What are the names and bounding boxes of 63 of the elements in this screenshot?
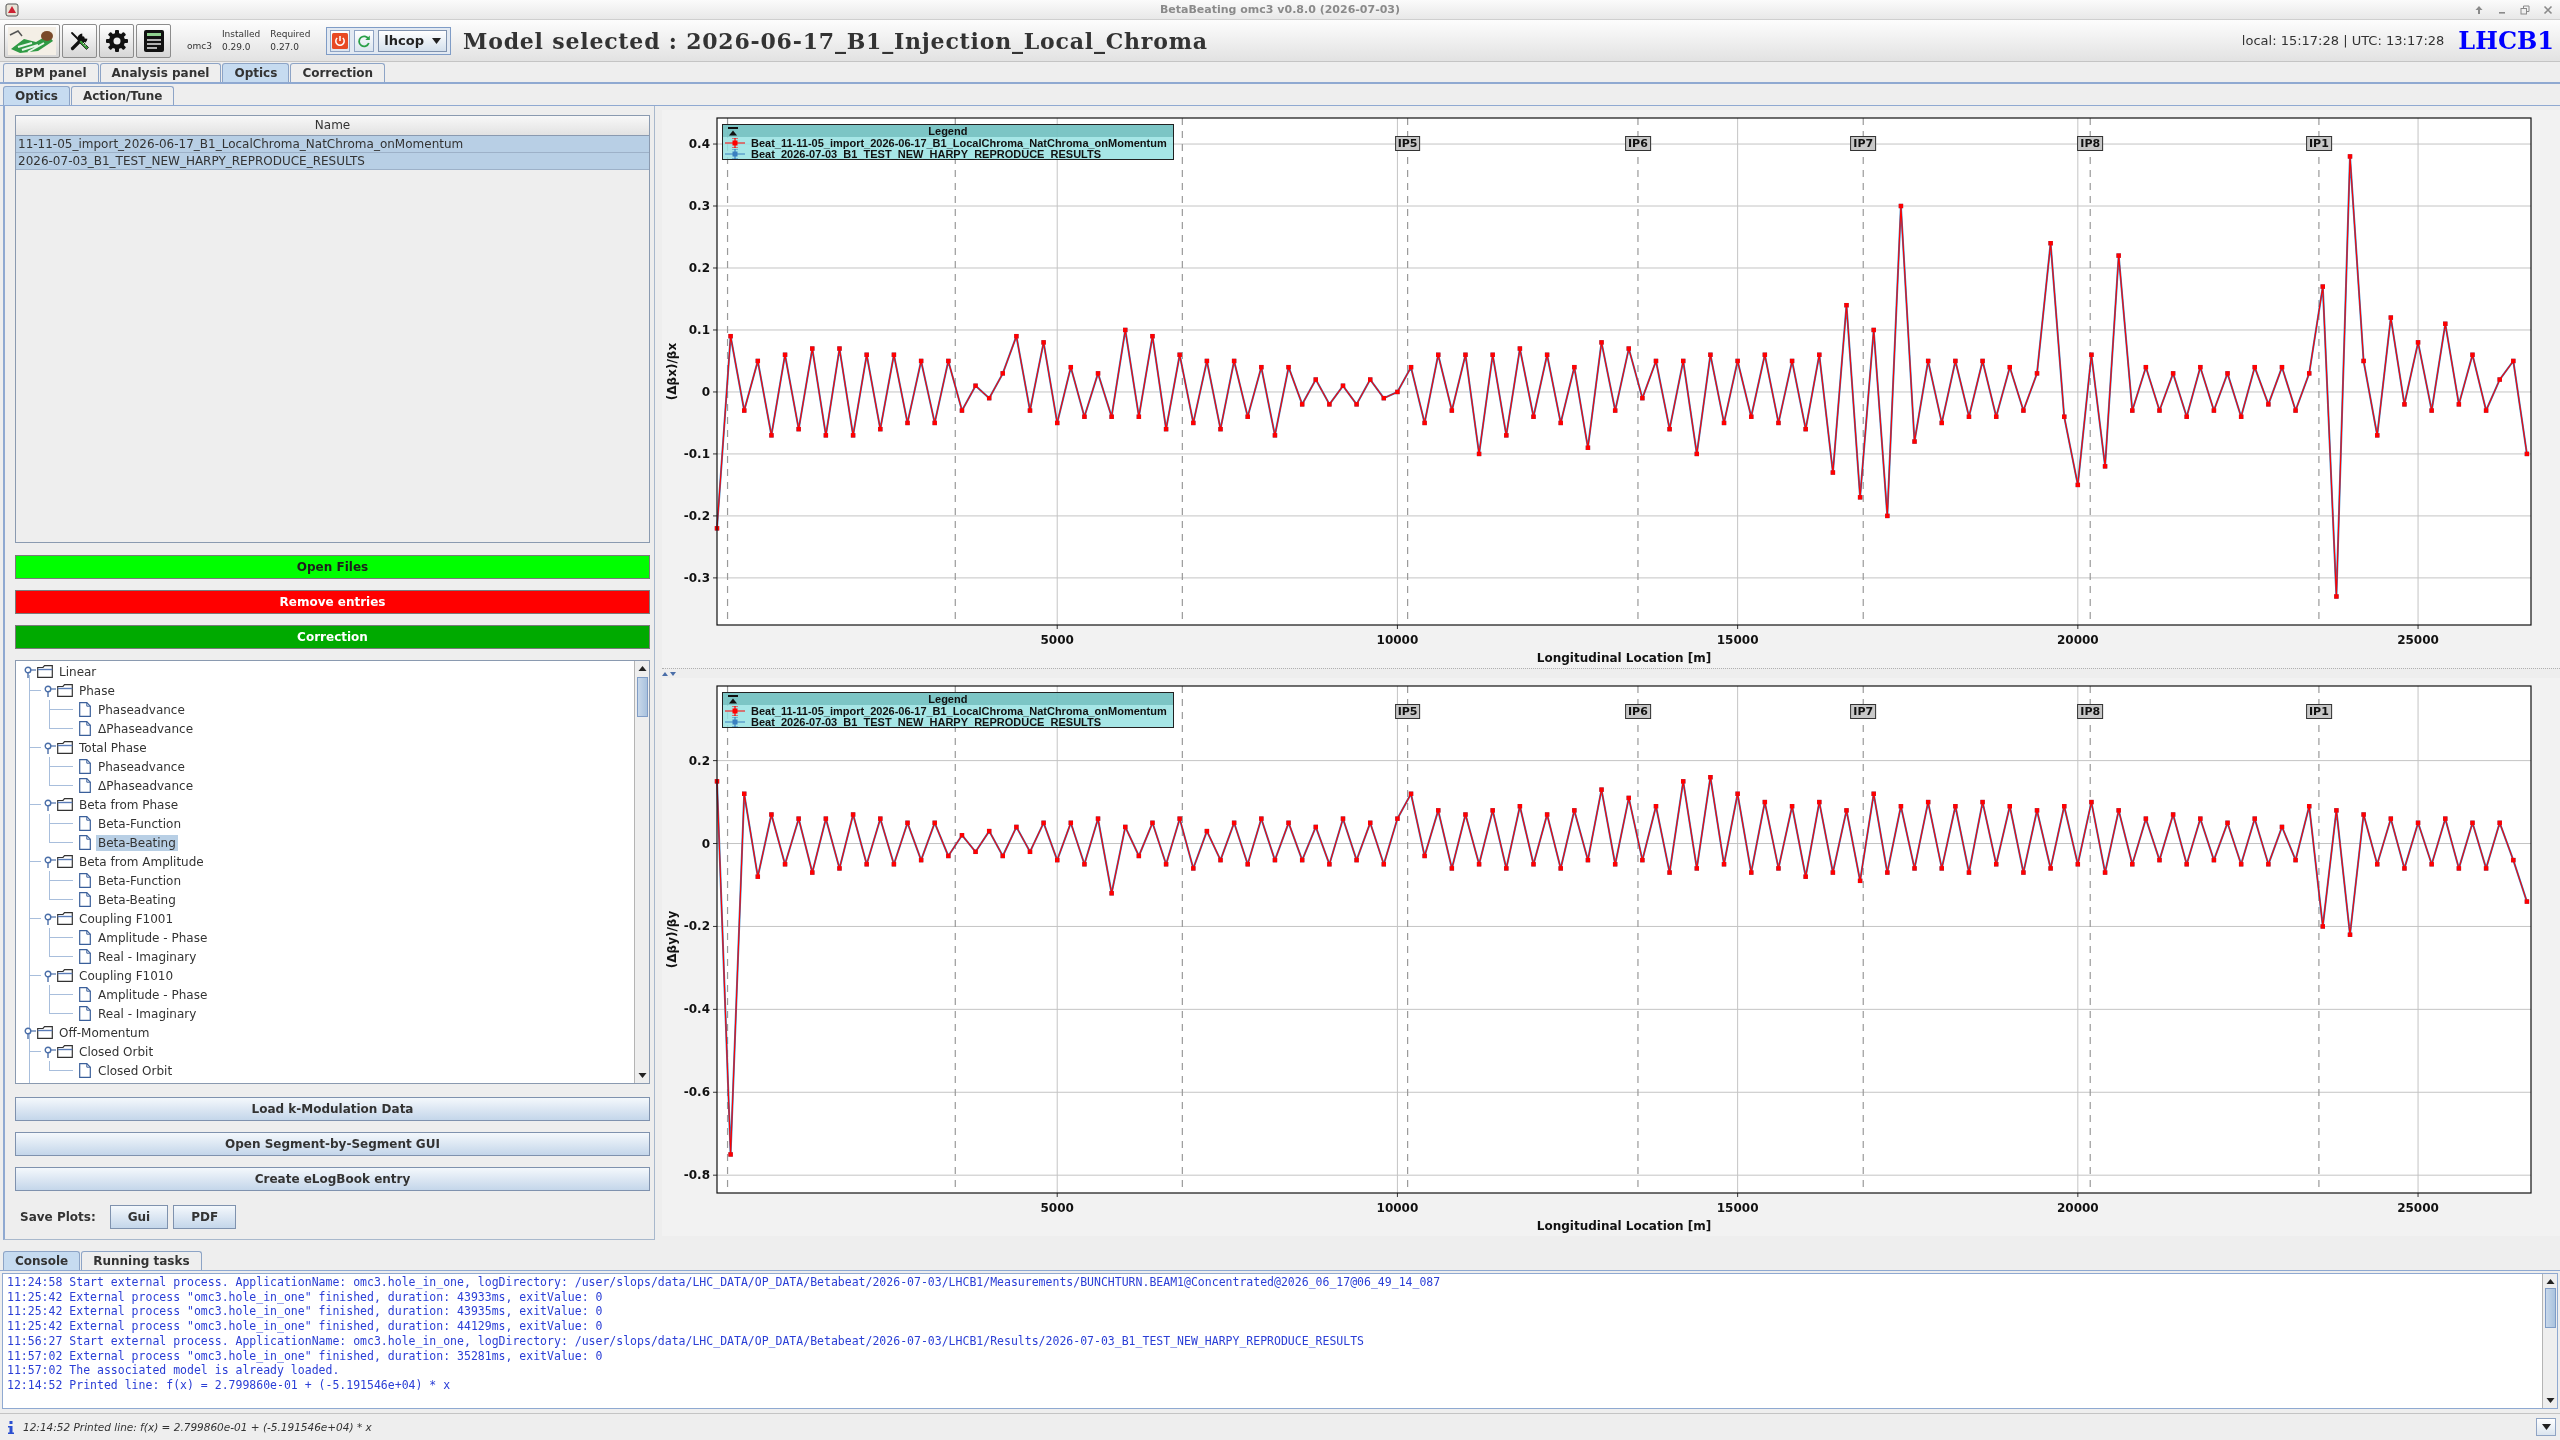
tick-label: -0.6 [683,1085,710,1100]
console-line: 11:25:42 External process "omc3.hole_in_one" finished, duration: 43935ms, exitValue: 0 [7,1304,604,1320]
console-line: 11:57:02 The associated model is already loaded. [7,1363,341,1378]
tick-label: -0.2 [683,919,710,934]
status-message: 12:14:52 Printed line: f(x) = 2.799860e-01 + (-5.191546e+04) * x [23,1421,372,1433]
tick-label: 20000 [2056,1201,2099,1215]
console-line: 11:56:27 Start external process. ApplicationName: omc3.hole_in_one, logDirectory: /user/slops/data/LHC_DATA/OP_DATA/Betabeat/2026-07-03/LHCB1/Results/2026-07-03_B1_TEST_NEW_HARPY_REPRODUCE_RESULTS [7,1333,1366,1349]
tick-label: -0.8 [683,1168,710,1183]
tick-label: 15000 [1716,1201,1759,1215]
console-line: 12:14:52 Printed line: f(x) = 2.799860e-01 + (-5.191546e+04) * x [7,1377,452,1393]
ip-label: IP8 [2077,136,2104,151]
ip-label: IP5 [1394,704,1421,719]
version-value: 0.27.0 [270,40,300,54]
ip-label: IP6 [1625,704,1651,719]
tick-label: -0.1 [683,446,710,461]
omc3-label: omc3 [187,39,212,51]
ip-label: IP6 [1625,136,1651,151]
tick-label: 5000 [1040,1201,1074,1215]
axis-title: (Δβx)/βx [665,342,679,401]
tick-label: 25000 [2397,633,2439,647]
tick-label: 0.4 [688,137,710,152]
version-value: 0.29.0 [221,40,252,54]
ip-label: IP7 [1850,136,1877,151]
model-title: Model selected : 2026-06-17_B1_Injection_Local_Chroma [463,27,1208,54]
ip-label: IP1 [2306,704,2332,719]
console-line: 11:24:58 Start external process. ApplicationName: omc3.hole_in_one, logDirectory: /user/slops/data/LHC_DATA/OP_DATA/Betabeat/2026-07-03/LHCB1/Measurements/BUNCHTURN.BEAM1@Concentrated@2026_06_17@06_49_14_087 [7,1275,1442,1290]
tick-label: 10000 [1376,1201,1419,1215]
tick-label: 0 [701,836,710,851]
tick-label: 20000 [2056,633,2099,647]
tick-label: 10000 [1376,633,1419,647]
axis-title: (Δβy)/βy [665,910,679,969]
tick-label: 0 [701,384,710,399]
axis-title: Longitudinal Location [m] [1536,1219,1712,1233]
console-line: 11:25:42 External process "omc3.hole_in_one" finished, duration: 43933ms, exitValue: 0 [7,1289,604,1305]
clock-text: local: 15:17:28 | UTC: 13:17:28 [2241,33,2445,48]
ip-label: IP8 [2077,704,2104,719]
accelerator-label: LHCB1 [2458,26,2554,55]
legend-title: Legend [928,125,968,137]
ip-label: IP5 [1394,136,1421,151]
tick-label: 5000 [1040,633,1074,647]
tick-label: 0.3 [688,199,710,213]
tick-label: -0.4 [683,1002,710,1017]
ip-label: IP7 [1850,704,1877,719]
console-line: 11:25:42 External process "omc3.hole_in_one" finished, duration: 44129ms, exitValue: 0 [7,1319,604,1334]
console-line: 11:57:02 External process "omc3.hole_in_one" finished, duration: 35281ms, exitValue: 0 [7,1348,604,1364]
tick-label: 0.2 [688,753,710,768]
legend-title: Legend [928,693,968,705]
tick-label: -0.2 [683,508,710,523]
tick-label: 0.2 [688,261,710,275]
legend-label: Beat_2026-07-03_B1_TEST_NEW_HARPY_REPRODUCE_RESULTS [751,715,1102,728]
save-plots-label: Save Plots: [20,1210,96,1224]
legend-label: Beat_2026-07-03_B1_TEST_NEW_HARPY_REPRODUCE_RESULTS [751,147,1102,160]
tick-label: 25000 [2397,1201,2439,1215]
tick-label: 0.1 [688,322,710,337]
legend-label: Beat_11-11-05_import_2026-06-17_B1_LocalChroma_NatChroma_onMomentum [751,704,1167,717]
version-label: Required [270,27,311,41]
axis-title: Longitudinal Location [m] [1536,651,1712,665]
legend-label: Beat_11-11-05_import_2026-06-17_B1_LocalChroma_NatChroma_onMomentum [751,136,1167,149]
window-title: BetaBeating omc3 v0.8.0 (2026-07-03) [1159,3,1401,16]
tick-label: 15000 [1716,633,1759,647]
ip-label: IP1 [2306,136,2332,151]
version-label: Installed [221,27,261,41]
tick-label: -0.3 [683,570,710,585]
